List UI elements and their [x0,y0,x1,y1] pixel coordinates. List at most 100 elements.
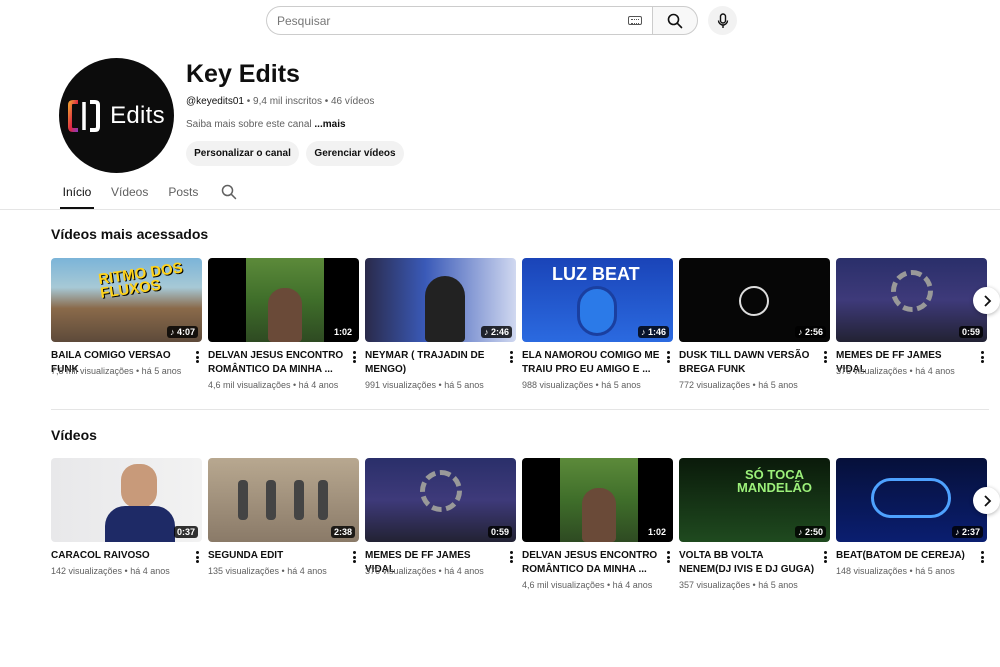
dot [509,555,513,559]
music-note-icon: ♪ [954,527,962,537]
video-duration-badge: 1:02 [644,526,669,538]
video-thumbnail[interactable]: 0:59 [836,258,987,342]
tab-videos[interactable]: Vídeos [111,184,148,209]
keyboard-icon[interactable] [628,16,642,25]
video-duration: 2:46 [490,327,509,337]
section-title-most-viewed: Vídeos mais acessados [51,226,209,242]
video-title[interactable]: DELVAN JESUS ENCONTRO ROMÂNTICO DA MINHA… [208,349,346,377]
thumbnail-person [238,480,248,520]
chevron-right-icon [983,494,991,507]
video-duration-badge: ♪ 4:07 [166,326,198,338]
channel-handle: @keyedits01 [186,96,244,107]
video-title[interactable]: DELVAN JESUS ENCONTRO ROMÂNTICO DA MINHA… [522,549,660,577]
video-thumbnail[interactable]: ♪ 2:37 [836,458,987,542]
video-title[interactable]: DUSK TILL DAWN VERSÃO BREGA FUNK [679,349,817,377]
section-divider [51,409,989,410]
video-duration-badge: ♪ 2:37 [951,526,983,538]
channel-about[interactable]: Saiba mais sobre este canal ...mais [186,119,346,130]
thumbnail-scene [560,458,638,542]
dot [980,355,984,359]
video-title[interactable]: BEAT(BATOM DE CEREJA) [836,549,974,563]
thumbnail-person [266,480,276,520]
manage-videos-button[interactable]: Gerenciar vídeos [306,141,404,166]
video-count: 46 vídeos [331,96,375,107]
thumbnail-person [318,480,328,520]
dot [666,360,670,363]
more-vert-icon[interactable] [823,551,827,563]
video-title[interactable]: ELA NAMOROU COMIGO ME TRAIU PRO EU AMIGO… [522,349,660,377]
video-thumbnail[interactable]: 0:37 [51,458,202,542]
more-vert-icon[interactable] [195,351,199,363]
video-thumbnail[interactable]: LUZ BEAT ♪ 1:46 [522,258,673,342]
video-title[interactable]: SEGUNDA EDIT [208,549,346,563]
video-meta: 148 visualizações • há 5 anos [836,566,955,576]
more-vert-icon[interactable] [666,551,670,563]
video-title[interactable]: VOLTA BB VOLTA NENEM(DJ IVIS E DJ GUGA) [679,549,817,577]
dot [509,351,513,354]
video-duration: 1:46 [647,327,666,337]
channel-search-button[interactable] [221,184,237,205]
tab-inicio[interactable]: Início [60,184,94,209]
more-vert-icon[interactable] [666,351,670,363]
more-vert-icon[interactable] [509,551,513,563]
about-more-link[interactable]: ...mais [314,119,345,130]
more-vert-icon[interactable] [823,351,827,363]
channel-meta: @keyedits01 • 9,4 mil inscritos • 46 víd… [186,96,374,107]
thumbnail-logo-text: RITMO DOS FLUXOS [97,259,184,303]
video-meta: 772 visualizações • há 5 anos [679,380,798,390]
more-vert-icon[interactable] [980,551,984,563]
tab-posts[interactable]: Posts [168,184,198,209]
more-vert-icon[interactable] [509,351,513,363]
voice-search-button[interactable] [708,6,737,35]
meta-separator: • [243,96,254,107]
dot [980,560,984,563]
more-vert-icon[interactable] [980,351,984,363]
video-thumbnail[interactable]: 2:38 [208,458,359,542]
video-duration-badge: ♪ 1:46 [637,326,669,338]
video-meta: 988 visualizações • há 5 anos [522,380,641,390]
video-thumbnail[interactable]: 0:59 [365,458,516,542]
more-vert-icon[interactable] [195,551,199,563]
subscriber-count: 9,4 mil inscritos [253,96,322,107]
channel-tabs: Início Vídeos Posts [60,184,198,209]
dot [352,351,356,354]
dot [195,355,199,359]
video-thumbnail[interactable]: RITMO DOS FLUXOS ♪ 4:07 [51,258,202,342]
more-vert-icon[interactable] [352,351,356,363]
video-thumbnail[interactable]: 1:02 [208,258,359,342]
dot [666,555,670,559]
shelf-next-button[interactable] [973,287,1000,314]
music-note-icon: ♪ [640,327,648,337]
search-bar [266,6,698,35]
video-duration: 2:50 [804,527,823,537]
search-button[interactable] [652,6,698,35]
search-icon [221,184,237,200]
shelf-next-button[interactable] [973,487,1000,514]
thumbnail-emblem [739,286,769,316]
thumbnail-character [577,286,617,336]
channel-avatar[interactable]: Edits [59,58,174,173]
video-duration-badge: 0:37 [173,526,198,538]
dot [195,551,199,554]
video-thumbnail[interactable]: ♪ 2:46 [365,258,516,342]
dot [352,355,356,359]
video-title[interactable]: CARACOL RAIVOSO [51,549,189,563]
video-shelf-most-viewed: RITMO DOS FLUXOS ♪ 4:07 BAILA COMIGO VERSA… [51,258,987,398]
customize-channel-button[interactable]: Personalizar o canal [186,141,299,166]
dot [195,360,199,363]
video-duration-badge: ♪ 2:56 [794,326,826,338]
edits-logo-icon [68,99,101,132]
video-duration: 2:37 [961,527,980,537]
dot [195,555,199,559]
video-duration-badge: 0:59 [487,526,512,538]
more-vert-icon[interactable] [352,551,356,563]
video-thumbnail[interactable]: 1:02 [522,458,673,542]
dot [352,555,356,559]
search-input[interactable] [277,13,628,28]
search-icon [667,13,683,28]
music-note-icon: ♪ [797,527,805,537]
video-thumbnail[interactable]: ♪ 2:56 [679,258,830,342]
video-thumbnail[interactable]: SÓ TOCA MANDELÃO ♪ 2:50 [679,458,830,542]
dot [980,551,984,554]
video-title[interactable]: NEYMAR ( TRAJADIN DE MENGO) [365,349,503,377]
